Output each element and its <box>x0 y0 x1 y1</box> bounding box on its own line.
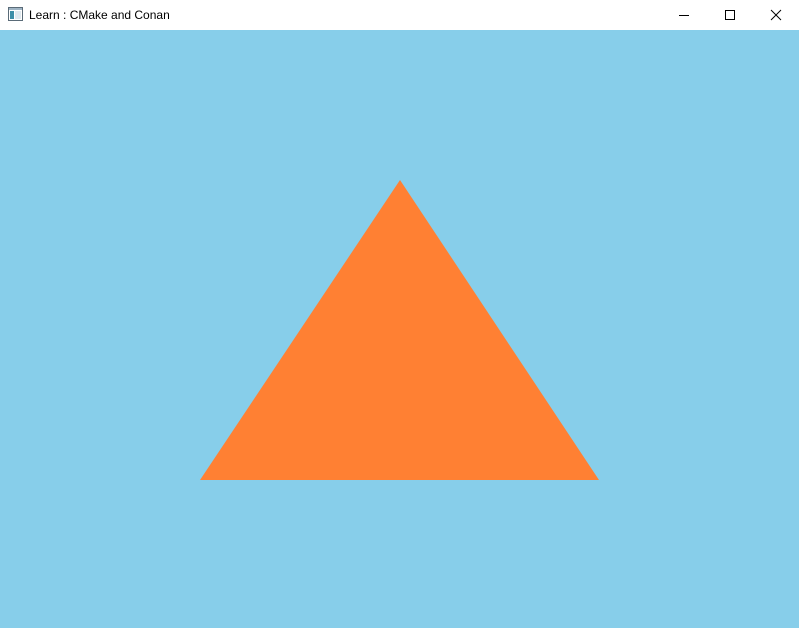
window-controls <box>661 0 799 30</box>
app-window: Learn : CMake and Conan <box>0 0 799 628</box>
close-button[interactable] <box>753 0 799 30</box>
close-icon <box>770 9 782 21</box>
minimize-icon <box>679 15 689 16</box>
opengl-canvas <box>0 30 799 628</box>
minimize-button[interactable] <box>661 0 707 30</box>
window-title: Learn : CMake and Conan <box>29 8 170 22</box>
app-window-icon[interactable] <box>8 7 23 21</box>
title-bar[interactable]: Learn : CMake and Conan <box>0 0 799 30</box>
maximize-icon <box>725 10 735 20</box>
maximize-button[interactable] <box>707 0 753 30</box>
render-viewport[interactable] <box>0 30 799 628</box>
